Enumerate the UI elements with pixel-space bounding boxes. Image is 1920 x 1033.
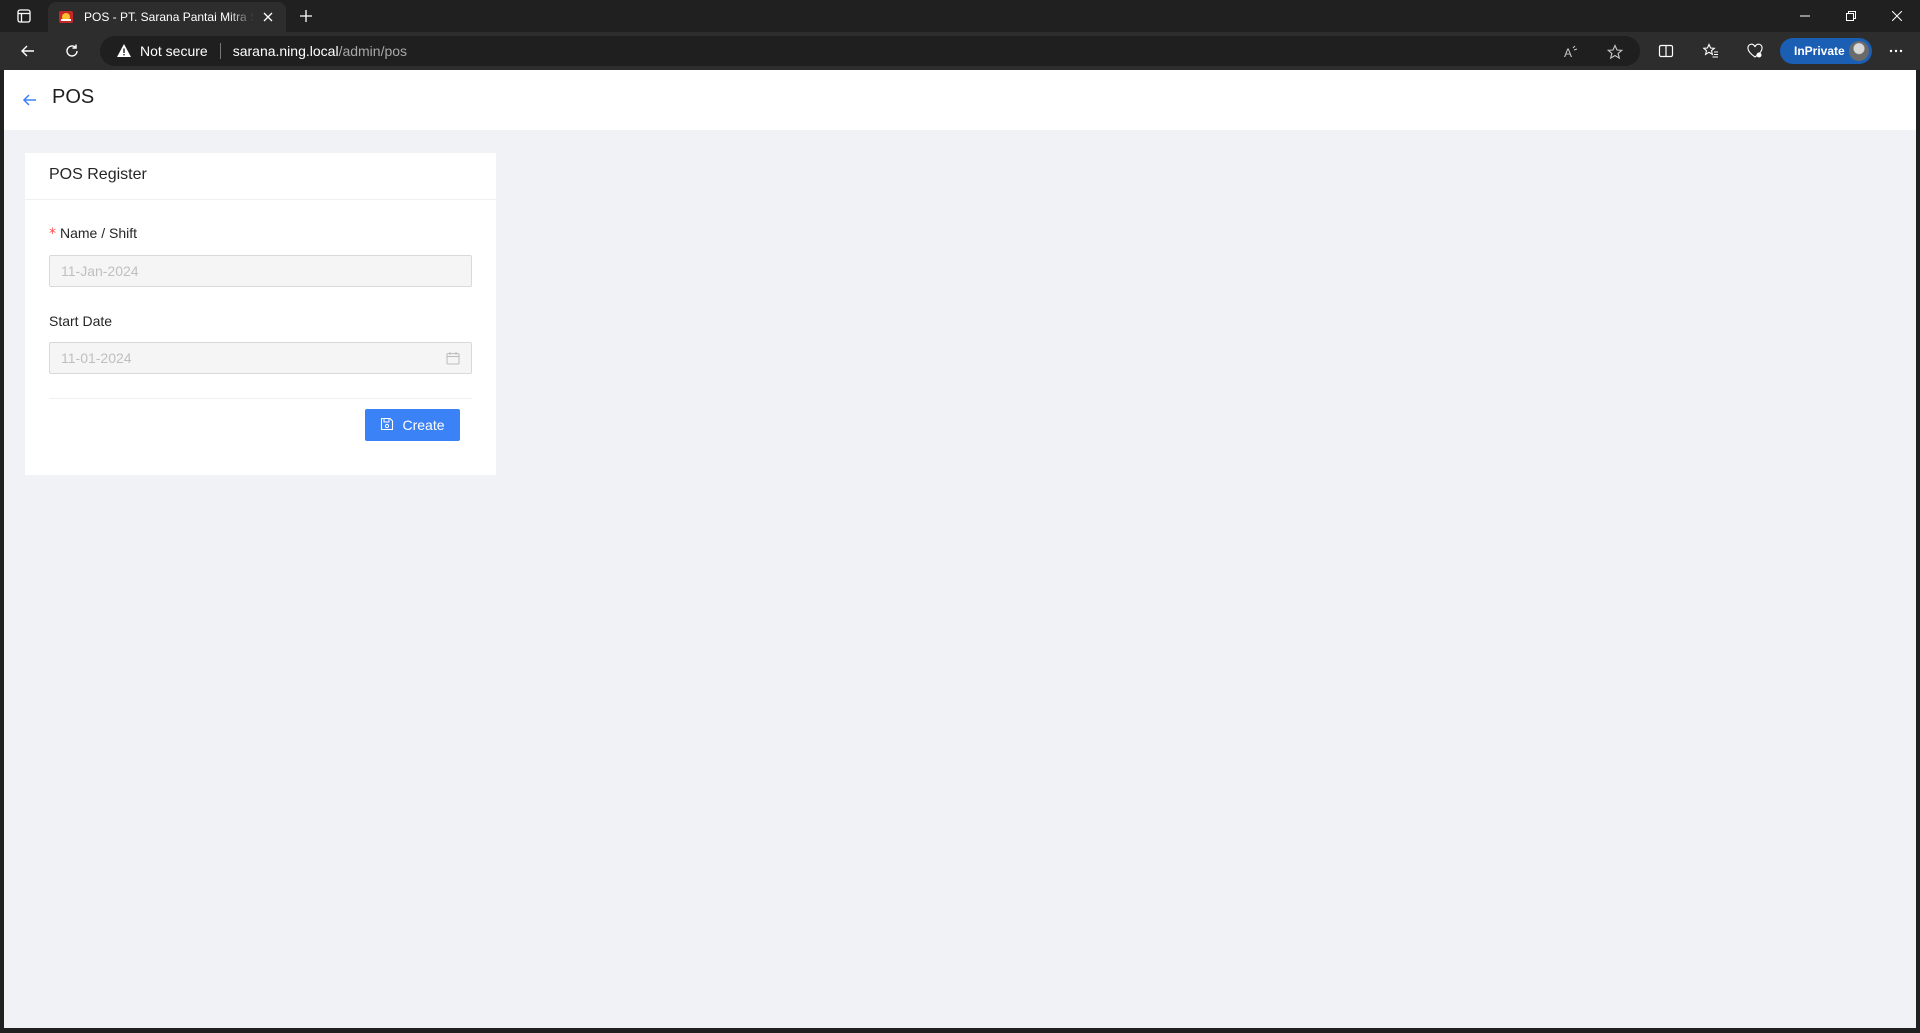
profile-avatar-icon[interactable]	[1849, 41, 1869, 61]
window-controls	[1782, 0, 1920, 32]
back-icon[interactable]	[14, 37, 42, 65]
start-date-value: 11-01-2024	[61, 350, 132, 366]
site-favicon-icon	[58, 9, 74, 25]
page-title: POS	[52, 86, 95, 108]
pos-register-card: POS Register * Name / Shift 11-Jan-2024 S…	[25, 153, 496, 475]
page-header: POS	[4, 70, 1916, 130]
tab-title: POS - PT. Sarana Pantai Mitra Sejahtera	[84, 10, 254, 24]
address-bar[interactable]: Not secure sarana.ning.local/admin/pos A	[100, 36, 1640, 66]
back-arrow-icon[interactable]	[20, 90, 40, 110]
restore-icon[interactable]	[1828, 0, 1874, 32]
create-label: Create	[402, 417, 445, 433]
close-tab-icon[interactable]	[260, 9, 276, 25]
browser-tab-active[interactable]: POS - PT. Sarana Pantai Mitra Sejahtera	[48, 2, 286, 32]
create-button[interactable]: Create	[365, 409, 460, 441]
warning-icon[interactable]	[116, 43, 132, 59]
tab-actions-icon[interactable]	[12, 6, 36, 26]
start-date-picker[interactable]: 11-01-2024	[49, 342, 472, 374]
close-window-icon[interactable]	[1874, 0, 1920, 32]
address-separator	[219, 43, 221, 59]
required-asterisk: *	[49, 226, 56, 242]
security-label[interactable]: Not secure	[140, 43, 208, 59]
svg-text:A: A	[1564, 46, 1572, 60]
inprivate-label: InPrivate	[1794, 44, 1845, 58]
new-tab-icon[interactable]	[294, 5, 318, 27]
split-screen-icon[interactable]	[1656, 41, 1676, 61]
calendar-icon[interactable]	[446, 351, 460, 365]
name-shift-label: * Name / Shift	[49, 225, 138, 242]
name-shift-value: 11-Jan-2024	[61, 263, 139, 279]
name-shift-input[interactable]: 11-Jan-2024	[49, 255, 472, 287]
read-aloud-icon[interactable]: A	[1562, 43, 1580, 61]
start-date-label: Start Date	[49, 313, 113, 329]
save-icon	[380, 417, 394, 434]
inprivate-badge[interactable]: InPrivate	[1780, 38, 1872, 64]
more-options-icon[interactable]	[1886, 41, 1906, 61]
page-viewport: POS POS Register * Name / Shift 11-Jan-20…	[4, 70, 1916, 1028]
window-bottom-border	[0, 1028, 1920, 1033]
url-host: sarana.ning.local	[232, 43, 339, 59]
favorite-star-icon[interactable]	[1606, 43, 1624, 61]
favorites-icon[interactable]	[1701, 41, 1721, 61]
minimize-icon[interactable]	[1782, 0, 1828, 32]
card-title: POS Register	[25, 153, 496, 200]
refresh-icon[interactable]	[58, 37, 86, 65]
browser-essentials-icon[interactable]	[1745, 41, 1765, 61]
url-path: /admin/pos	[338, 43, 408, 59]
browser-toolbar: Not secure sarana.ning.local/admin/pos A…	[0, 32, 1920, 70]
form-divider	[49, 398, 472, 399]
browser-titlebar: POS - PT. Sarana Pantai Mitra Sejahtera	[0, 0, 1920, 32]
